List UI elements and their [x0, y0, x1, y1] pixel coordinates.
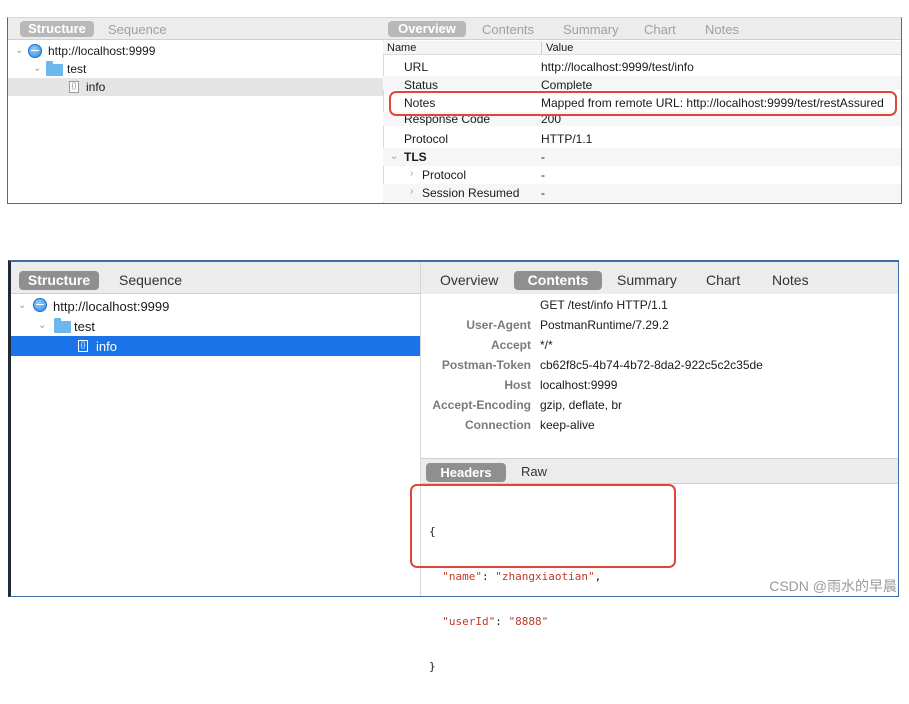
header-value: keep-alive	[540, 418, 595, 432]
chevron-down-icon[interactable]: ⌄	[33, 63, 41, 74]
tab-sequence[interactable]: Sequence	[108, 22, 167, 37]
json-close: }	[429, 660, 436, 673]
chevron-down-icon[interactable]: ⌄	[15, 45, 23, 56]
right-tabbar: Overview Contents Summary Chart Notes	[383, 18, 901, 40]
header-key: User-Agent	[466, 318, 531, 332]
row-key: Protocol	[422, 168, 467, 182]
row-value: -	[541, 186, 545, 200]
row-key: TLS	[404, 150, 427, 164]
row-value: -	[541, 150, 545, 164]
tree-host-label: http://localhost:9999	[53, 299, 170, 314]
detail-pane: Overview Contents Summary Chart Notes Na…	[383, 18, 901, 203]
tree-folder-label: test	[67, 62, 87, 76]
body-highlight-box	[410, 484, 676, 568]
row-protocol[interactable]: Protocol HTTP/1.1	[383, 130, 901, 148]
header-value: cb62f8c5-4b74-4b72-8da2-922c5c2c35de	[540, 358, 763, 372]
tree-folder[interactable]: ⌄ test	[11, 316, 420, 336]
row-key: Protocol	[404, 132, 449, 146]
header-key: Accept	[490, 338, 531, 352]
tree-folder-label: test	[74, 319, 95, 334]
column-value[interactable]: Value	[541, 42, 573, 54]
folder-icon	[54, 318, 71, 333]
tree-file-label: info	[96, 339, 117, 354]
header-key: Connection	[465, 418, 531, 432]
chevron-right-icon[interactable]: ›	[410, 168, 413, 179]
json-line: "name": "zhangxiaotian",	[442, 570, 602, 583]
row-url[interactable]: URL http://localhost:9999/test/info	[383, 58, 901, 76]
row-tls[interactable]: ⌄ TLS -	[383, 148, 901, 166]
chevron-down-icon[interactable]: ⌄	[38, 320, 46, 331]
column-header: Name Value	[383, 41, 901, 55]
row-key: URL	[404, 60, 429, 74]
tab-summary[interactable]: Summary	[563, 22, 619, 37]
header-key: Host	[504, 378, 531, 392]
body-tabbar: Headers Raw	[421, 458, 898, 484]
row-value: HTTP/1.1	[541, 132, 593, 146]
detail-pane: Overview Contents Summary Chart Notes GE…	[410, 262, 898, 673]
tab-summary[interactable]: Summary	[617, 272, 677, 288]
header-key: Postman-Token	[441, 358, 531, 372]
document-icon: {}	[78, 340, 88, 352]
row-value: -	[541, 168, 545, 182]
left-tabbar: Structure Sequence	[8, 18, 383, 40]
top-panel: Structure Sequence ⌄ http://localhost:99…	[7, 17, 902, 204]
json-value: "8888"	[508, 615, 549, 628]
bottom-panel: Structure Sequence ⌄ http://localhost:99…	[8, 260, 899, 673]
tab-chart[interactable]: Chart	[706, 272, 740, 288]
tab-overview[interactable]: Overview	[388, 21, 466, 37]
tree-host-label: http://localhost:9999	[48, 44, 156, 58]
tab-contents[interactable]: Contents	[482, 22, 534, 37]
header-value: localhost:9999	[540, 378, 618, 392]
tab-sequence[interactable]: Sequence	[119, 272, 182, 288]
tab-notes[interactable]: Notes	[772, 272, 809, 288]
json-value: "zhangxiaotian"	[495, 570, 595, 583]
header-value: gzip, deflate, br	[540, 398, 623, 412]
json-key: "name"	[442, 570, 482, 583]
tab-structure[interactable]: Structure	[19, 271, 99, 290]
tab-notes[interactable]: Notes	[705, 22, 739, 37]
folder-icon	[46, 61, 63, 76]
notes-highlight-box	[389, 91, 897, 116]
tab-overview[interactable]: Overview	[440, 272, 498, 288]
request-line: GET /test/info HTTP/1.1	[540, 298, 668, 312]
tree-folder[interactable]: ⌄ test	[8, 60, 383, 78]
header-value: */*	[540, 338, 553, 352]
tab-raw[interactable]: Raw	[521, 464, 547, 479]
watermark: CSDN @雨水的早晨	[769, 578, 897, 594]
row-value: http://localhost:9999/test/info	[541, 60, 694, 74]
json-key: "userId"	[442, 615, 496, 628]
row-status[interactable]: Status Complete	[383, 76, 901, 90]
row-key: Session Resumed	[422, 186, 520, 200]
header-key: Accept-Encoding	[432, 398, 531, 412]
chevron-down-icon[interactable]: ⌄	[18, 300, 26, 311]
globe-icon	[28, 44, 42, 58]
chevron-down-icon[interactable]: ⌄	[390, 151, 398, 162]
tab-structure[interactable]: Structure	[20, 21, 94, 37]
structure-pane: Structure Sequence ⌄ http://localhost:99…	[8, 18, 384, 203]
globe-icon	[33, 298, 47, 312]
tree-file[interactable]: {} info	[8, 78, 383, 96]
tree-host[interactable]: ⌄ http://localhost:9999	[11, 296, 420, 316]
json-line: "userId": "8888"	[442, 615, 549, 628]
row-value: Complete	[541, 78, 593, 90]
chevron-right-icon[interactable]: ›	[410, 186, 413, 197]
row-tls-protocol[interactable]: › Protocol -	[383, 166, 901, 184]
structure-pane: Structure Sequence ⌄ http://localhost:99…	[11, 262, 421, 596]
tab-chart[interactable]: Chart	[644, 22, 676, 37]
tab-headers[interactable]: Headers	[426, 463, 506, 482]
tab-contents[interactable]: Contents	[514, 271, 602, 290]
tree-file-label: info	[86, 80, 106, 94]
column-name[interactable]: Name	[387, 42, 416, 54]
right-tabbar: Overview Contents Summary Chart Notes	[421, 262, 898, 294]
document-icon: {}	[69, 81, 79, 93]
row-session-resumed[interactable]: › Session Resumed -	[383, 184, 901, 202]
row-key: Status	[404, 78, 439, 90]
tree-host[interactable]: ⌄ http://localhost:9999	[8, 42, 383, 60]
header-value: PostmanRuntime/7.29.2	[540, 318, 669, 332]
tree-file[interactable]: {} info	[11, 336, 420, 356]
left-tabbar: Structure Sequence	[11, 262, 420, 294]
